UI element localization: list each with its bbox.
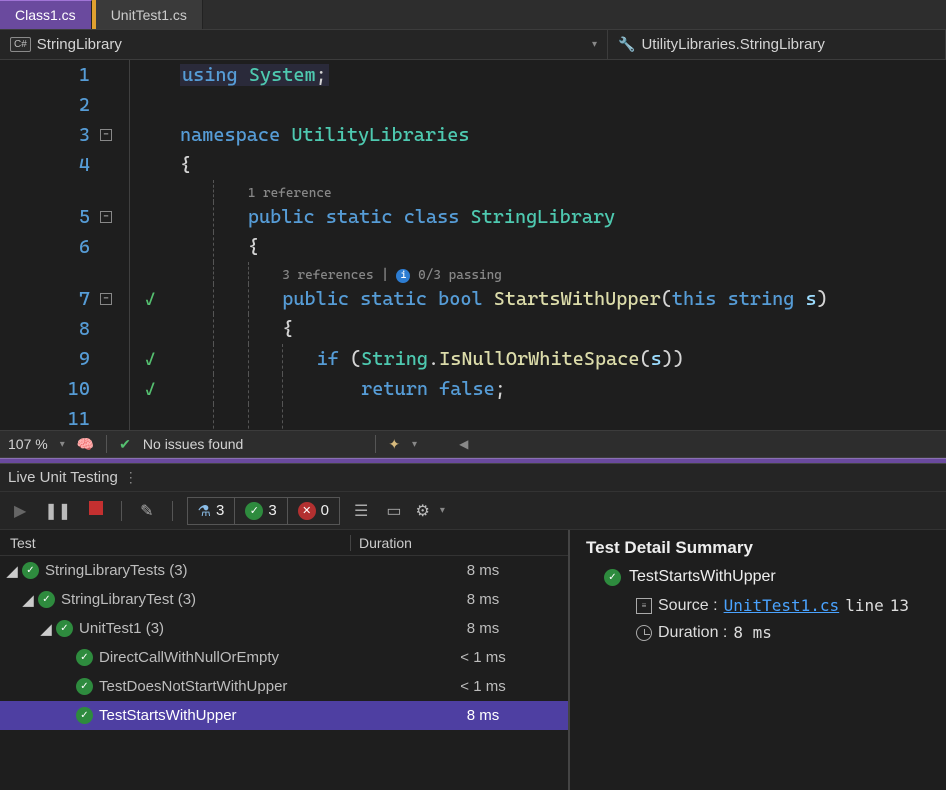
source-line-number: 13 [890,596,909,615]
zoom-level[interactable]: 107 % [8,436,48,452]
fail-icon: ✕ [298,502,316,520]
zoom-chevron-icon[interactable]: ▾ [60,439,65,450]
nav-left-icon[interactable]: ◀ [459,437,468,451]
tab-class1[interactable]: Class1.cs [0,0,92,29]
panel-title: Live Unit Testing [8,469,118,486]
chevron-down-icon[interactable]: ⋮ [124,469,138,486]
fold-toggle[interactable]: − [100,129,112,141]
test-columns-header: Test Duration [0,530,568,556]
duration-value: 8 ms [733,623,772,642]
line-number-gutter: 123456789101112 [0,60,100,430]
class-icon: 🔧 [618,36,635,53]
pass-icon: ✓ [145,289,156,310]
cleanup-icon[interactable]: ✦ [388,436,400,453]
issues-label[interactable]: No issues found [143,436,243,452]
edit-button[interactable]: ✎ [136,498,157,524]
list-view-button[interactable]: ☰ [350,498,372,524]
scope-right-label: UtilityLibraries.StringLibrary [641,36,824,53]
pass-icon: ✓ [76,649,93,666]
pass-icon: ✓ [604,569,621,586]
flask-icon: ⚗ [198,502,211,520]
source-link[interactable]: UnitTest1.cs [724,596,840,615]
chevron-down-icon: ▾ [592,39,597,50]
pass-icon: ✓ [245,502,263,520]
scope-left-label: StringLibrary [37,36,122,53]
file-tabs: Class1.cs UnitTest1.cs [0,0,946,30]
test-summary-pills: ⚗3 ✓3 ✕0 [187,497,340,525]
detail-test-name: TestStartsWithUpper [629,568,776,586]
expander-icon[interactable]: ◢ [40,620,52,638]
scope-dropdown-right[interactable]: 🔧 UtilityLibraries.StringLibrary [608,30,946,59]
pass-count-pill[interactable]: ✓3 [235,498,287,524]
code-area[interactable]: using using System;System; namespace Uti… [170,60,946,430]
test-item[interactable]: ✓ DirectCallWithNullOrEmpty < 1 ms [0,643,568,672]
pass-icon: ✓ [76,707,93,724]
source-line-label: line [845,596,884,615]
gear-icon[interactable]: ⚙ [415,501,429,521]
document-icon: ≡ [636,598,652,614]
pass-icon: ✓ [145,349,156,370]
pass-icon: ✓ [145,379,156,400]
intellicode-icon[interactable]: 🧠 [77,436,94,453]
tab-unittest1[interactable]: UnitTest1.cs [92,0,203,29]
lut-toolbar: ▶ ❚❚ ✎ ⚗3 ✓3 ✕0 ☰ ▭ ⚙ ▾ [0,492,946,530]
live-test-gutter: ✓ ✓ ✓ ✓ [130,60,170,430]
pause-button[interactable]: ❚❚ [40,498,75,524]
pass-icon: ✓ [56,620,73,637]
pass-icon: ✓ [38,591,55,608]
tree-group[interactable]: ◢ ✓ UnitTest1 (3) 8 ms [0,614,568,643]
fail-count-pill[interactable]: ✕0 [288,498,339,524]
source-label: Source : [658,597,718,615]
live-unit-testing-header: Live Unit Testing ⋮ [0,464,946,492]
clock-icon [636,625,652,641]
fold-toggle[interactable]: − [100,211,112,223]
check-icon: ✔ [119,436,131,453]
pass-icon: ✓ [22,562,39,579]
pass-icon: ✓ [76,678,93,695]
tests-count-pill[interactable]: ⚗3 [188,498,236,524]
expander-icon[interactable]: ◢ [22,591,34,609]
test-item-selected[interactable]: ✓ TestStartsWithUpper 8 ms [0,701,568,730]
fold-toggle[interactable]: − [100,293,112,305]
layout-button[interactable]: ▭ [382,498,405,524]
test-detail-pane: Test Detail Summary ✓ TestStartsWithUppe… [570,530,946,790]
expander-icon[interactable]: ◢ [6,562,18,580]
lut-body: Test Duration ◢ ✓ StringLibraryTests (3)… [0,530,946,790]
breadcrumb-bar: C# StringLibrary ▾ 🔧 UtilityLibraries.St… [0,30,946,60]
col-duration[interactable]: Duration [350,535,568,551]
code-editor[interactable]: 123456789101112 − − − ✓ ✓ ✓ ✓ using usin… [0,60,946,430]
test-item[interactable]: ✓ TestDoesNotStartWithUpper < 1 ms [0,672,568,701]
editor-status-bar: 107 % ▾ 🧠 ✔ No issues found ✦ ▾ ◀ [0,430,946,458]
col-test[interactable]: Test [10,535,350,551]
fold-gutter: − − − [100,60,130,430]
duration-label: Duration : [658,624,727,642]
stop-button[interactable] [85,498,107,523]
play-button[interactable]: ▶ [10,498,30,524]
csharp-badge-icon: C# [10,37,31,52]
scope-dropdown-left[interactable]: C# StringLibrary ▾ [0,30,608,59]
detail-heading: Test Detail Summary [586,538,930,558]
tree-group[interactable]: ◢ ✓ StringLibraryTest (3) 8 ms [0,585,568,614]
test-tree-pane: Test Duration ◢ ✓ StringLibraryTests (3)… [0,530,570,790]
tree-group[interactable]: ◢ ✓ StringLibraryTests (3) 8 ms [0,556,568,585]
